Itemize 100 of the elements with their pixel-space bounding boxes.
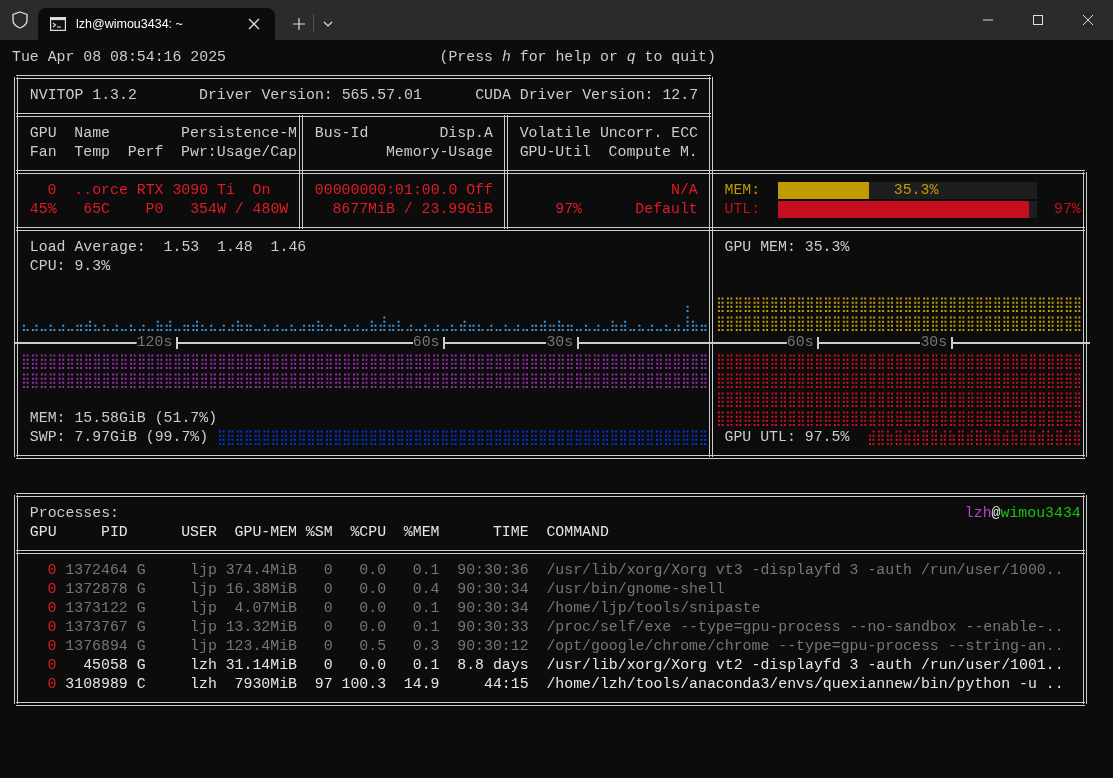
table-cell: ljp [190, 637, 217, 656]
gpu-stat-value: 97% [555, 200, 582, 219]
column-header: %SM [305, 523, 333, 542]
time-axis-label: 120s [136, 333, 173, 352]
app-version: NVITOP 1.3.2 [29, 86, 137, 105]
table-cell: 1372878 [65, 580, 128, 599]
column-header: Disp.A [439, 124, 493, 143]
table-cell: 0.4 [412, 580, 440, 599]
table-cell: 123.4MiB [225, 637, 297, 656]
minimize-icon [983, 19, 993, 21]
table-cell: /opt/google/chrome/chrome --type=gpu-process --string-an.. [546, 637, 1064, 656]
shield-icon [12, 11, 28, 29]
table-cell: 97 [314, 675, 333, 694]
date-time: Tue Apr 08 08:54:16 2025 [12, 48, 226, 67]
gpu-stat-value: 354W / 480W [190, 200, 289, 219]
table-cell: G [136, 637, 146, 656]
table-cell: 0 [323, 618, 333, 637]
table-cell: C [136, 675, 146, 694]
table-cell: 0.1 [412, 618, 440, 637]
table-cell: /home/ljp/tools/snipaste [546, 599, 761, 618]
bar-label: UTL: [724, 200, 761, 219]
table-cell: G [136, 618, 146, 637]
table-cell: 0.0 [359, 599, 387, 618]
column-header: Name [74, 124, 110, 143]
table-cell: 4.07MiB [234, 599, 297, 618]
column-header: Bus-Id [314, 124, 369, 143]
table-cell: ljp [190, 618, 217, 637]
column-header: GPU-Util [519, 143, 591, 162]
column-header: Persistence-M [181, 124, 297, 143]
table-cell: 0 [47, 675, 57, 694]
column-header: Volatile Uncorr. ECC [519, 124, 698, 143]
table-cell: 90:30:12 [457, 637, 529, 656]
column-header: GPU [29, 523, 57, 542]
bar-reading: 97% [1054, 200, 1081, 219]
table-cell: 0.0 [359, 580, 387, 599]
table-cell: /home/lzh/tools/anaconda3/envs/quexiannew/bin/python -u .. [546, 675, 1064, 694]
table-cell: /usr/lib/xorg/Xorg vt2 -displayfd 3 -auth /run/user/1001.. [546, 656, 1064, 675]
column-header: Pwr:Usage/Cap [181, 143, 297, 162]
gpu-stat-value: On [252, 181, 271, 200]
table-cell: 16.38MiB [225, 580, 297, 599]
table-cell: 0 [323, 580, 333, 599]
user-host-label: lzh@wimou3434 [964, 504, 1081, 523]
table-cell: 0 [47, 599, 57, 618]
table-cell: ljp [190, 580, 217, 599]
table-cell: 3108989 [65, 675, 128, 694]
table-cell: 0 [323, 637, 333, 656]
swap-usage: SWP: 7.97GiB (99.7%) [29, 428, 209, 447]
maximize-icon [1033, 15, 1043, 25]
driver-version: Driver Version: 565.57.01 [199, 86, 422, 105]
bar-reading: 35.3% [893, 181, 939, 200]
terminal-icon [50, 17, 66, 31]
table-cell: G [136, 656, 146, 675]
table-cell: 1376894 [65, 637, 128, 656]
table-cell: lzh [190, 656, 217, 675]
table-cell: 8.8 days [457, 656, 529, 675]
table-cell: 0.1 [412, 599, 440, 618]
table-cell: 0.1 [412, 656, 440, 675]
gpu-stat-value: 00000000:01:00.0 [314, 181, 458, 200]
column-header: Compute M. [608, 143, 698, 162]
table-cell: 1373767 [65, 618, 128, 637]
cpu-usage: CPU: 9.3% [29, 257, 111, 276]
terminal-tab[interactable]: lzh@wimou3434: ~ [38, 8, 275, 40]
table-cell: 7930MiB [234, 675, 297, 694]
gpu-stat-value: 0 [47, 181, 57, 200]
gpu-stat-value: Default [635, 200, 698, 219]
table-cell: 0 [323, 561, 333, 580]
table-cell: /usr/bin/gnome-shell [546, 580, 725, 599]
table-cell: 100.3 [341, 675, 387, 694]
table-cell: 0.5 [359, 637, 387, 656]
table-cell: 0 [47, 580, 57, 599]
column-header: COMMAND [546, 523, 609, 542]
table-cell: 0 [323, 599, 333, 618]
table-cell: 1372464 [65, 561, 128, 580]
chevron-down-icon [323, 21, 333, 27]
gpu-stat-value: 45% [29, 200, 57, 219]
column-header: %CPU [350, 523, 387, 542]
gpu-stat-value: ..orce RTX 3090 Ti [74, 181, 235, 200]
processes-title: Processes: [29, 504, 119, 523]
column-header: Fan [29, 143, 57, 162]
cuda-version: CUDA Driver Version: 12.7 [475, 86, 699, 105]
time-axis-label: 60s [786, 333, 814, 352]
plus-icon [293, 18, 305, 30]
table-cell: 90:30:34 [457, 580, 529, 599]
table-cell: /usr/lib/xorg/Xorg vt3 -displayfd 3 -auth /run/user/1000.. [546, 561, 1064, 580]
column-header: TIME [492, 523, 529, 542]
table-cell: 0.1 [412, 561, 440, 580]
table-cell: 0.0 [359, 618, 387, 637]
gpu-memory-usage: GPU MEM: 35.3% [724, 238, 850, 257]
column-header: Perf [127, 143, 164, 162]
gpu-stat-value: 65C [83, 200, 110, 219]
table-cell: lzh [190, 675, 217, 694]
table-cell: 45058 [83, 656, 128, 675]
table-cell: G [136, 580, 146, 599]
table-cell: 90:30:33 [457, 618, 529, 637]
column-header: %MEM [403, 523, 440, 542]
table-cell: 0.0 [359, 656, 387, 675]
table-cell: 13.32MiB [225, 618, 297, 637]
gpu-stat-value: Off [466, 181, 493, 200]
column-header: GPU-MEM [234, 523, 297, 542]
table-cell: ljp [190, 561, 217, 580]
